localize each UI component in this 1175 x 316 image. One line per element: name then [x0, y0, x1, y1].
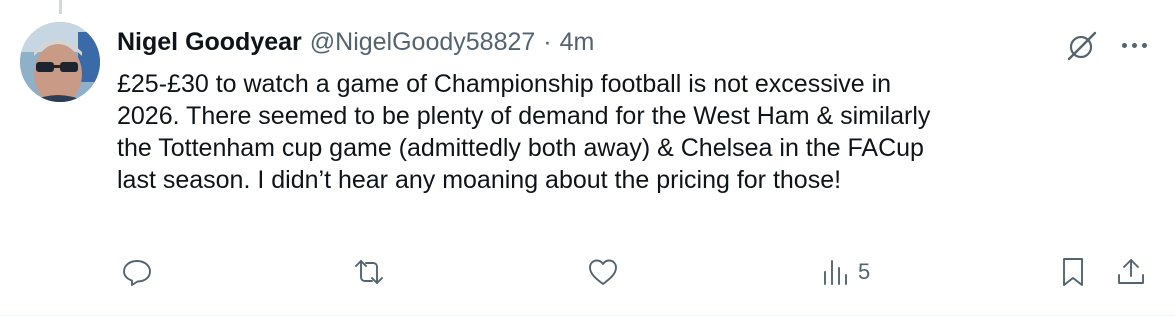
bookmark-icon — [1063, 258, 1083, 286]
post-header: Nigel Goodyear @NigelGoody58827 · 4m — [117, 24, 594, 60]
repost-button[interactable] — [352, 254, 386, 290]
post-text-line: last season. I didn’t hear any moaning a… — [117, 166, 842, 194]
author-handle[interactable]: @NigelGoody58827 — [310, 28, 536, 57]
avatar-photo — [20, 22, 100, 102]
views-count: 5 — [858, 259, 871, 284]
grok-icon[interactable] — [1064, 28, 1100, 64]
upload-share-icon — [1118, 259, 1144, 284]
dot — [1141, 42, 1147, 48]
like-button[interactable] — [586, 254, 620, 290]
share-button[interactable] — [1114, 254, 1148, 290]
views-button[interactable]: 5 — [818, 254, 870, 290]
bookmark-button[interactable] — [1056, 254, 1090, 290]
more-options-icon[interactable] — [1116, 40, 1152, 50]
header-separator: · — [543, 27, 552, 56]
bar-chart-icon — [824, 260, 847, 285]
post-text-line: the Tottenham cup game (admittedly both … — [117, 134, 924, 162]
action-bar: 5 — [0, 250, 1175, 294]
repost-arrows-icon — [355, 260, 383, 284]
post-text-line: £25-£30 to watch a game of Championship … — [117, 70, 892, 98]
dot — [1131, 42, 1137, 48]
dot — [1121, 42, 1127, 48]
author-name[interactable]: Nigel Goodyear — [117, 28, 302, 57]
post-timestamp[interactable]: 4m — [560, 28, 595, 57]
thread-connector-line — [59, 0, 62, 14]
post-text: £25-£30 to watch a game of Championship … — [117, 68, 1147, 196]
reply-button[interactable] — [120, 254, 154, 290]
avatar[interactable] — [20, 22, 100, 102]
speech-bubble-icon — [123, 260, 151, 286]
heart-icon — [589, 259, 617, 285]
post-text-line: 2026. There seemed to be plenty of deman… — [117, 102, 931, 130]
